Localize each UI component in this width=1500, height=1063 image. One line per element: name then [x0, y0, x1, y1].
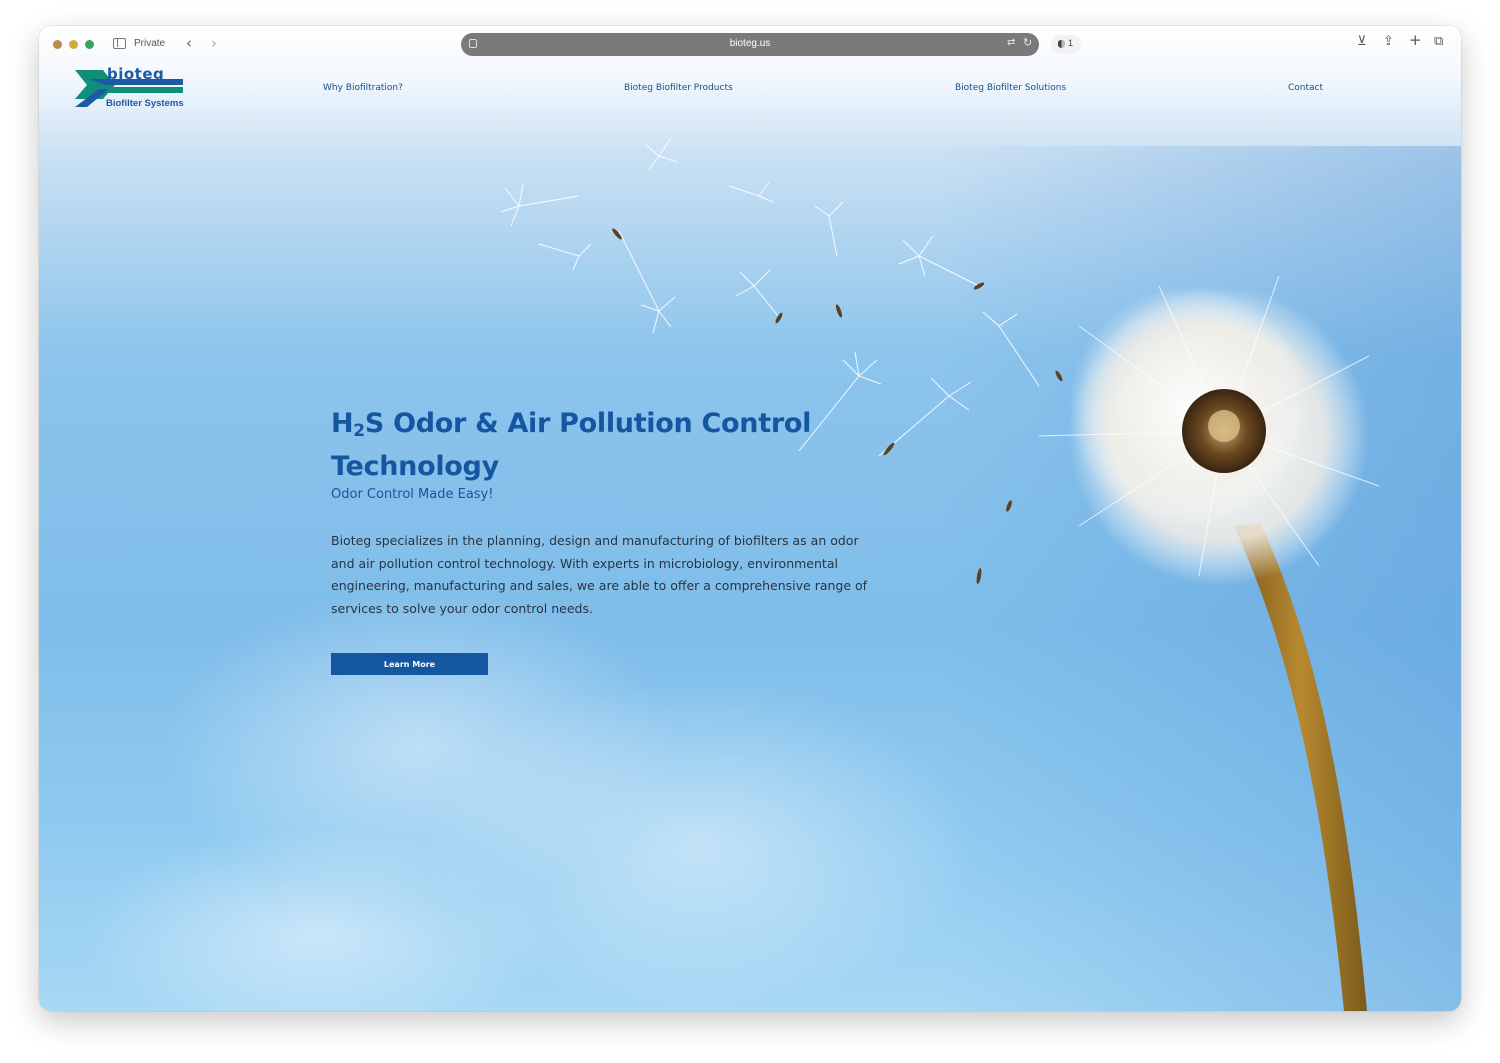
sidebar-icon[interactable] — [113, 38, 126, 49]
url-text: bioteg.us — [729, 38, 771, 49]
new-tab-icon[interactable]: + — [1409, 33, 1422, 48]
forward-icon[interactable]: › — [211, 34, 217, 52]
nav-contact[interactable]: Contact — [1288, 83, 1323, 93]
nav-why-biofiltration[interactable]: Why Biofiltration? — [323, 83, 403, 93]
tab-overview-icon[interactable]: ⧉ — [1434, 35, 1443, 48]
zoom-window-button[interactable] — [85, 40, 94, 49]
private-label: Private — [134, 38, 166, 49]
address-bar[interactable]: bioteg.us ⇄ ↻ — [461, 33, 1039, 56]
download-icon[interactable]: ⊻ — [1357, 35, 1367, 48]
privacy-report-button[interactable]: 1 — [1051, 35, 1081, 54]
hero-title-rest: S Odor & Air Pollution Control Technolog… — [331, 408, 812, 482]
hero-title-prefix: H — [331, 408, 354, 439]
back-icon[interactable]: ‹ — [186, 34, 192, 52]
close-window-button[interactable] — [53, 40, 62, 49]
logo-wordmark: bioteg — [107, 65, 165, 83]
hero-subtitle: Odor Control Made Easy! — [331, 487, 494, 502]
browser-toolbar: Private ‹ › bioteg.us ⇄ ↻ 1 ⊻ ⇪ + ⧉ — [39, 26, 1461, 66]
nav-biofilter-solutions[interactable]: Bioteg Biofilter Solutions — [955, 83, 1066, 93]
hero-title-subscript: 2 — [353, 421, 365, 441]
translate-icon[interactable]: ⇄ — [1007, 37, 1015, 48]
hero-title: H2S Odor & Air Pollution Control Technol… — [331, 406, 831, 484]
bioteg-logo[interactable]: bioteg Biofilter Systems — [75, 65, 187, 111]
learn-more-button[interactable]: Learn More — [331, 653, 488, 675]
share-icon[interactable]: ⇪ — [1383, 35, 1394, 48]
reload-icon[interactable]: ↻ — [1023, 36, 1032, 49]
hero-description: Bioteg specializes in the planning, desi… — [331, 533, 868, 616]
logo-tagline: Biofilter Systems — [106, 98, 184, 109]
tracker-count: 1 — [1068, 38, 1074, 48]
nav-biofilter-products[interactable]: Bioteg Biofilter Products — [624, 83, 733, 93]
browser-window: Private ‹ › bioteg.us ⇄ ↻ 1 ⊻ ⇪ + ⧉ biot… — [39, 26, 1461, 1011]
minimize-window-button[interactable] — [69, 40, 78, 49]
privacy-shield-icon — [1058, 40, 1065, 48]
